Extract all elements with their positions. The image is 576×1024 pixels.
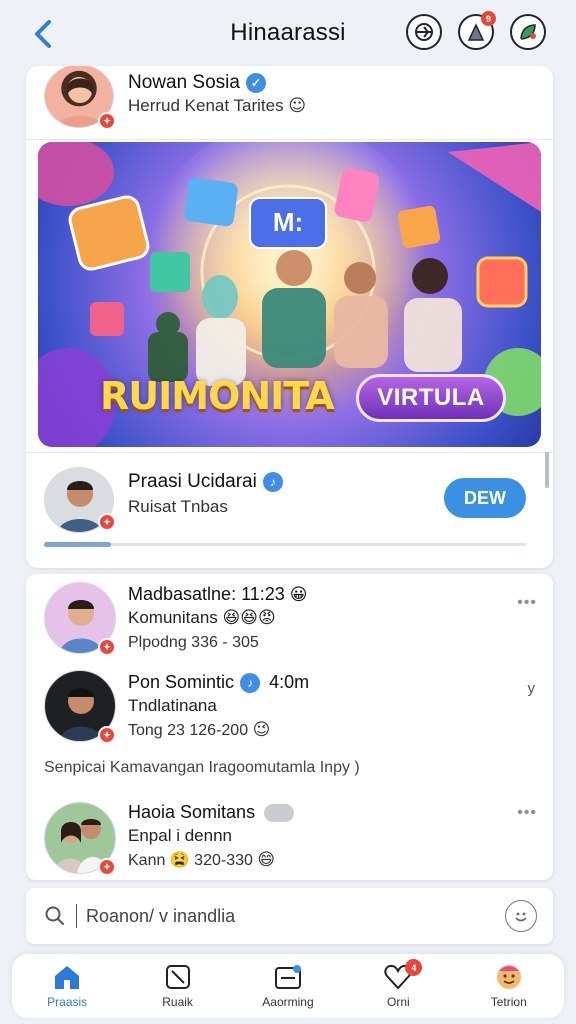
expand-icon[interactable]: y: [528, 680, 536, 697]
nav-label: Orni: [387, 995, 410, 1009]
nav-notifications[interactable]: 4 Orni: [353, 959, 443, 1009]
feed-item-title: Pon Somintic ♪ 4:0m: [128, 672, 310, 694]
feed-item-time: 4:0m: [269, 672, 310, 692]
back-button[interactable]: [26, 14, 60, 54]
list-item[interactable]: ✦ Madbasatlne: 11:23 😀 Komunitans 😆😆😡 Pl…: [26, 582, 553, 662]
nav-label: Ruaik: [162, 995, 193, 1009]
smile-icon: ☺: [288, 96, 307, 116]
feed-item-line: Enpal i dennn: [128, 826, 232, 845]
search-divider: [76, 904, 77, 928]
feed-item-name: Haoia Somitans: [128, 802, 256, 822]
notifications-button[interactable]: 9: [458, 11, 496, 50]
nav-home[interactable]: Praasis: [22, 963, 112, 1009]
compass-button[interactable]: [406, 14, 442, 50]
profile-avatar-icon: [496, 965, 521, 989]
edit-box-icon: [165, 965, 190, 989]
live-badge-icon: ✦: [98, 112, 116, 130]
nav-profile[interactable]: Tetrion: [464, 963, 554, 1009]
nav-explore[interactable]: Ruaik: [133, 963, 223, 1009]
banner-cta-button[interactable]: VIRTULA: [356, 374, 506, 422]
feed-item-meta: Kann 😫 320-330 😄: [128, 850, 275, 870]
feed-list: ✦ Madbasatlne: 11:23 😀 Komunitans 😆😆😡 Pl…: [26, 574, 553, 880]
inbox-icon: [274, 965, 301, 989]
list-item[interactable]: ✦ Haoia Somitans Enpal i dennn Kann 😫 32…: [26, 802, 553, 880]
community-button[interactable]: [510, 14, 546, 50]
emoji-button[interactable]: [505, 900, 537, 932]
progress-bar: [44, 542, 526, 547]
feed-item-text: Komunitans: [128, 608, 218, 627]
nav-label: Praasis: [47, 995, 88, 1009]
featured-post-card: ✦ Nowan Sosia ✓ Herrud Kenat Tarites ☺ M…: [26, 66, 553, 568]
live-badge-icon: ✦: [98, 638, 116, 656]
reaction-icons: 😆😆😡: [222, 608, 276, 628]
author-row[interactable]: ✦ Nowan Sosia ✓ Herrud Kenat Tarites ☺: [26, 66, 553, 140]
banner-tile: M:: [272, 207, 304, 237]
leaf-icon: [520, 24, 536, 40]
nav-badge: 4: [405, 959, 423, 976]
chat-icon: [264, 804, 295, 823]
feed-item-meta: Plpodng 336 - 305: [128, 634, 259, 651]
nav-label: Tetrion: [490, 995, 527, 1009]
live-badge-icon: ✦: [98, 858, 116, 876]
home-icon: [55, 966, 80, 989]
feed-item-name: Pon Somintic: [128, 672, 235, 692]
verified-icon: ✓: [245, 72, 266, 93]
page-title: Hinaarassi: [230, 19, 346, 46]
wink-icon: 😉: [252, 720, 271, 740]
chevron-left-icon: [35, 20, 51, 48]
creator-name: Praasi Ucidarai ♪: [128, 471, 283, 493]
feed-item-line: Tndlatinana: [128, 696, 217, 715]
verified-icon: ♪: [240, 673, 261, 694]
live-badge-icon: ✦: [98, 513, 116, 531]
more-options-icon[interactable]: •••: [517, 594, 537, 612]
creator-subtitle: Ruisat Tnbas: [128, 497, 228, 516]
author-subtitle: Herrud Kenat Tarites ☺: [128, 96, 306, 116]
creator-name-text: Praasi Ucidarai: [128, 471, 257, 492]
feed-item-meta: Tong 23 126-200 😉: [128, 720, 270, 740]
view-button[interactable]: DEW: [444, 478, 526, 518]
author-name-text: Nowan Sosia: [128, 72, 240, 93]
search-icon: [45, 906, 64, 925]
verified-icon: ♪: [262, 471, 283, 492]
nav-label: Aaorming: [262, 995, 314, 1009]
list-item[interactable]: ✦ Pon Somintic ♪ 4:0m Tndlatinana Tong 23…: [26, 670, 553, 750]
search-bar: [26, 888, 553, 944]
emoji-icon: [515, 912, 527, 922]
top-header: Hinaarassi 9: [0, 0, 576, 66]
feed-item-title: Madbasatlne: 11:23 😀: [128, 584, 308, 605]
nav-create[interactable]: Aaorming: [243, 963, 333, 1009]
search-input[interactable]: [86, 902, 466, 930]
grin-icon: 😄: [257, 850, 276, 870]
notification-badge: 9: [481, 11, 496, 26]
feed-item-title: Haoia Somitans: [128, 802, 295, 823]
header-actions: 9: [406, 11, 546, 50]
more-options-icon[interactable]: •••: [517, 804, 537, 822]
banner-title: RUIMONITA: [100, 374, 335, 418]
promo-banner[interactable]: M: RUIMONITA VIRTULA: [38, 142, 541, 447]
author-name: Nowan Sosia ✓: [128, 72, 266, 94]
feed-item-name: Madbasatlne: 11:23: [128, 584, 285, 604]
smile-icon: 😀: [289, 585, 308, 605]
progress-fill: [44, 542, 112, 547]
community-notice: Senpicai Kamavangan Iragoomutamla Inpy ): [44, 759, 360, 776]
compass-icon: [415, 23, 433, 41]
scrollbar[interactable]: [545, 452, 549, 488]
creator-row[interactable]: ✦ Praasi Ucidarai ♪ Ruisat Tnbas DEW: [26, 452, 553, 568]
feed-item-line: Komunitans 😆😆😡: [128, 608, 276, 628]
live-badge-icon: ✦: [98, 726, 116, 744]
bottom-navigation: Praasis Ruaik Aaorming 4 Orni Tetrion: [12, 954, 564, 1018]
author-subtitle-text: Herrud Kenat Tarites: [128, 96, 284, 115]
feed-item-meta-text: Kann 😫 320-330: [128, 852, 253, 869]
feed-item-meta-text: Tong 23 126-200: [128, 722, 249, 739]
